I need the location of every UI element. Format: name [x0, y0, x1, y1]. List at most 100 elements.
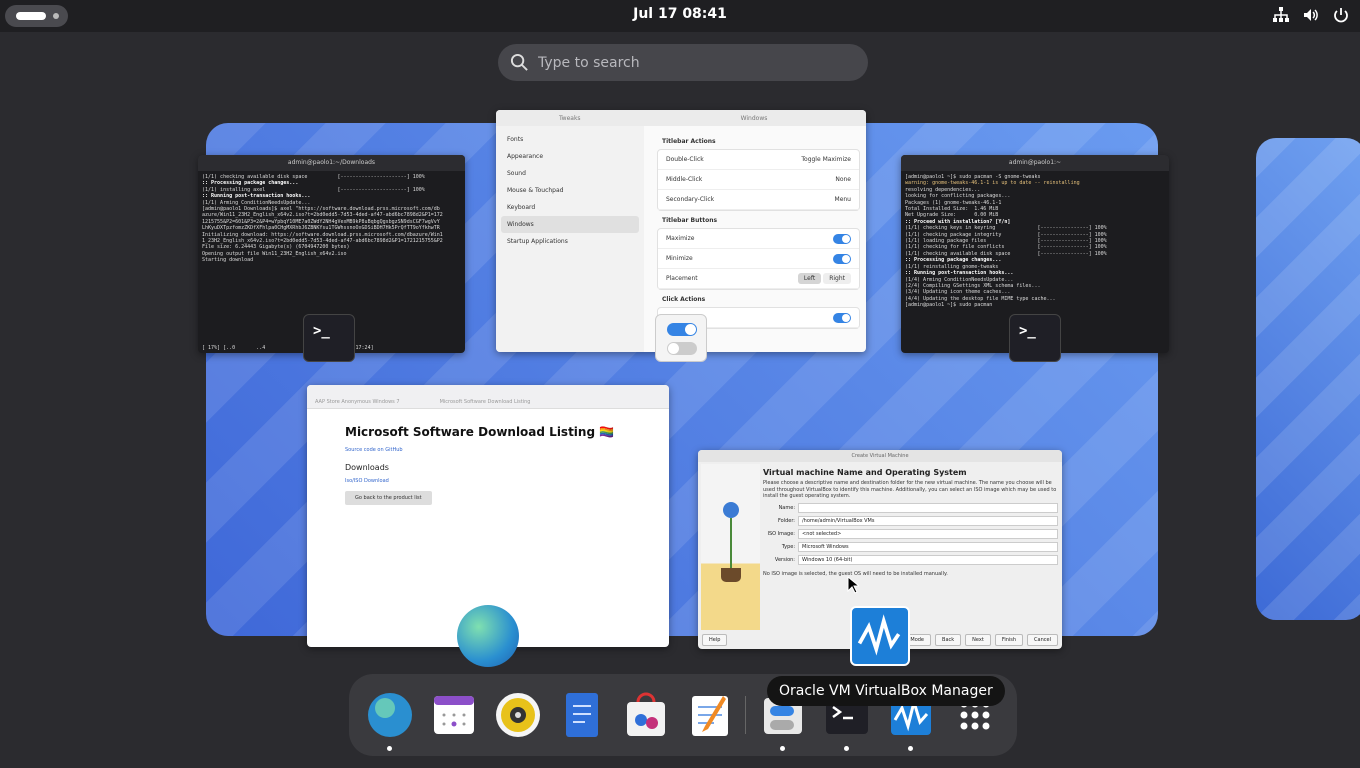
vm-field-name-: Name:	[763, 502, 1058, 513]
tweaks-sidebar-item-windows[interactable]: Windows	[501, 216, 639, 233]
window-titlebar: Create Virtual Machine	[698, 450, 1062, 462]
terminal-line: [admin@paolo1 ~]$ sudo pacman	[905, 302, 993, 309]
downloads-heading: Downloads	[345, 463, 389, 472]
terminal-line: Starting download	[202, 257, 254, 264]
wizard-description: Please choose a descriptive name and des…	[763, 480, 1057, 499]
row-maximize: Maximize	[658, 229, 859, 249]
search-input[interactable]	[538, 50, 848, 75]
pot-icon	[721, 568, 741, 582]
browser-content: Microsoft Software Download Listing 🏳️‍🌈…	[307, 409, 669, 521]
tweaks-sidebar-item-startup-applications[interactable]: Startup Applications	[501, 233, 639, 250]
tweaks-sidebar-item-sound[interactable]: Sound	[501, 165, 639, 182]
activities-indicator[interactable]	[5, 5, 68, 27]
top-bar: Jul 17 08:41	[0, 0, 1360, 32]
system-tray[interactable]	[1272, 6, 1350, 24]
tweaks-sidebar-item-keyboard[interactable]: Keyboard	[501, 199, 639, 216]
gnome-overview: Jul 17 08:41 admin@paolo1:~/Downloads (1…	[0, 0, 1360, 768]
click-action-toggle[interactable]	[833, 312, 851, 323]
tweaks-sidebar-item-appearance[interactable]: Appearance	[501, 148, 639, 165]
cancel-button[interactable]: Cancel	[1027, 634, 1058, 646]
placement-right-button[interactable]: Right	[823, 273, 851, 284]
back-button[interactable]: Back	[935, 634, 962, 646]
titlebar-action-row: Secondary-Click Menu	[658, 190, 859, 210]
window-titlebar: admin@paolo1:~	[901, 155, 1169, 171]
placement-left-button[interactable]: Left	[797, 273, 822, 284]
dash-calendar[interactable]	[429, 690, 479, 740]
vm-field-input[interactable]	[798, 502, 1058, 513]
browser-tab-1[interactable]: AAP Store Anonymous Windows 7	[315, 399, 400, 405]
volume-icon	[1304, 9, 1318, 21]
vm-field-input[interactable]: <not selected>	[798, 528, 1058, 539]
wizard-heading: Virtual machine Name and Operating Syste…	[763, 468, 967, 477]
iso-link[interactable]: Iso/ISO Download	[345, 478, 631, 484]
minimize-toggle[interactable]	[833, 253, 851, 264]
calendar-icon	[434, 696, 474, 734]
help-button[interactable]: Help	[702, 634, 728, 646]
dash-music-player[interactable]	[493, 690, 543, 740]
vm-field-input[interactable]: Windows 10 (64-bit)	[798, 554, 1058, 565]
vm-field-input[interactable]: Microsoft Windows	[798, 541, 1058, 552]
network-wired-icon	[1273, 7, 1289, 22]
workspace-pill-active	[16, 12, 46, 20]
search-icon	[510, 53, 528, 71]
search-bar[interactable]	[498, 44, 868, 81]
row-minimize: Minimize	[658, 249, 859, 269]
page-heading: Microsoft Software Download Listing 🏳️‍🌈	[345, 425, 615, 439]
dash-globe-browser[interactable]	[365, 690, 415, 751]
workspace-dot	[53, 13, 59, 19]
mouse-pointer-icon	[847, 576, 859, 594]
maximize-toggle[interactable]	[833, 233, 851, 244]
titlebar-buttons-card: Maximize Minimize Placement Left Right	[657, 228, 860, 290]
globe-browser-icon	[368, 693, 412, 737]
workspace-next[interactable]	[1256, 138, 1360, 620]
power-icon	[1334, 8, 1348, 23]
toggle-on-icon	[667, 323, 697, 336]
window-titlebar: Tweaks Windows	[496, 110, 866, 126]
dash-separator	[745, 696, 746, 734]
running-indicator	[844, 746, 849, 751]
virtualbox-window-badge	[850, 606, 910, 666]
software-store-icon	[627, 692, 665, 736]
tweaks-section-title: Windows	[740, 114, 768, 122]
music-player-icon	[496, 693, 540, 737]
source-link[interactable]: Source code on GitHub	[345, 447, 631, 453]
next-button[interactable]: Next	[965, 634, 991, 646]
unattended-note: No ISO image is selected, the guest OS w…	[763, 570, 948, 577]
vm-field-input[interactable]: /home/admin/VirtualBox VMs	[798, 515, 1058, 526]
titlebar-actions-card: Double-Click Toggle Maximize Middle-Click N…	[657, 149, 860, 211]
clock[interactable]: Jul 17 08:41	[600, 6, 760, 22]
browser-toolbar: AAP Store Anonymous Windows 7 Microsoft …	[307, 385, 669, 409]
terminal-output: [admin@paolo1 ~]$ sudo pacman -S gnome-t…	[901, 171, 1169, 312]
dash-text-document[interactable]	[557, 690, 607, 740]
running-indicator	[387, 746, 392, 751]
text-document-icon	[566, 693, 598, 737]
group-title-actions: Titlebar Actions	[662, 138, 716, 145]
text-editor-icon	[692, 696, 728, 736]
titlebar-action-row: Double-Click Toggle Maximize	[658, 150, 859, 170]
running-indicator	[780, 746, 785, 751]
titlebar-action-dropdown[interactable]: None	[835, 176, 851, 183]
terminal-line: azure/Win11_23H2_English_x64v2.iso?t=2bd…	[202, 212, 443, 219]
dash-software-store[interactable]	[621, 690, 671, 740]
tweaks-sidebar-item-fonts[interactable]: Fonts	[501, 131, 639, 148]
vm-field-folder-: Folder:/home/admin/VirtualBox VMs	[763, 515, 1058, 526]
back-to-list-button[interactable]: Go back to the product list	[345, 491, 432, 505]
tweaks-window-badge	[655, 314, 707, 362]
finish-button[interactable]: Finish	[994, 634, 1024, 646]
window-titlebar: admin@paolo1:~/Downloads	[198, 155, 465, 171]
vm-field-version-: Version: Windows 10 (64-bit)	[763, 554, 1058, 565]
vm-field-type-: Type: Microsoft Windows	[763, 541, 1058, 552]
titlebar-action-dropdown[interactable]: Toggle Maximize	[801, 156, 851, 163]
virtualbox-icon	[857, 614, 901, 656]
row-placement: Placement Left Right	[658, 269, 859, 289]
titlebar-action-dropdown[interactable]: Menu	[835, 196, 851, 203]
tweaks-sidebar: Fonts Appearance Sound Mouse & Touchpad Keyb…	[496, 126, 644, 352]
flower-icon	[723, 502, 739, 518]
browser-window-badge-globe-icon	[457, 605, 519, 667]
tweaks-sidebar-item-mouse-touchpad[interactable]: Mouse & Touchpad	[501, 182, 639, 199]
dash-text-editor[interactable]	[685, 690, 735, 740]
vm-name-form: Virtual machine Name and Operating Syste…	[763, 468, 1058, 577]
browser-tab-2[interactable]: Microsoft Software Download Listing	[440, 399, 531, 405]
tweaks-app-title: Tweaks	[559, 114, 581, 122]
running-indicator	[908, 746, 913, 751]
